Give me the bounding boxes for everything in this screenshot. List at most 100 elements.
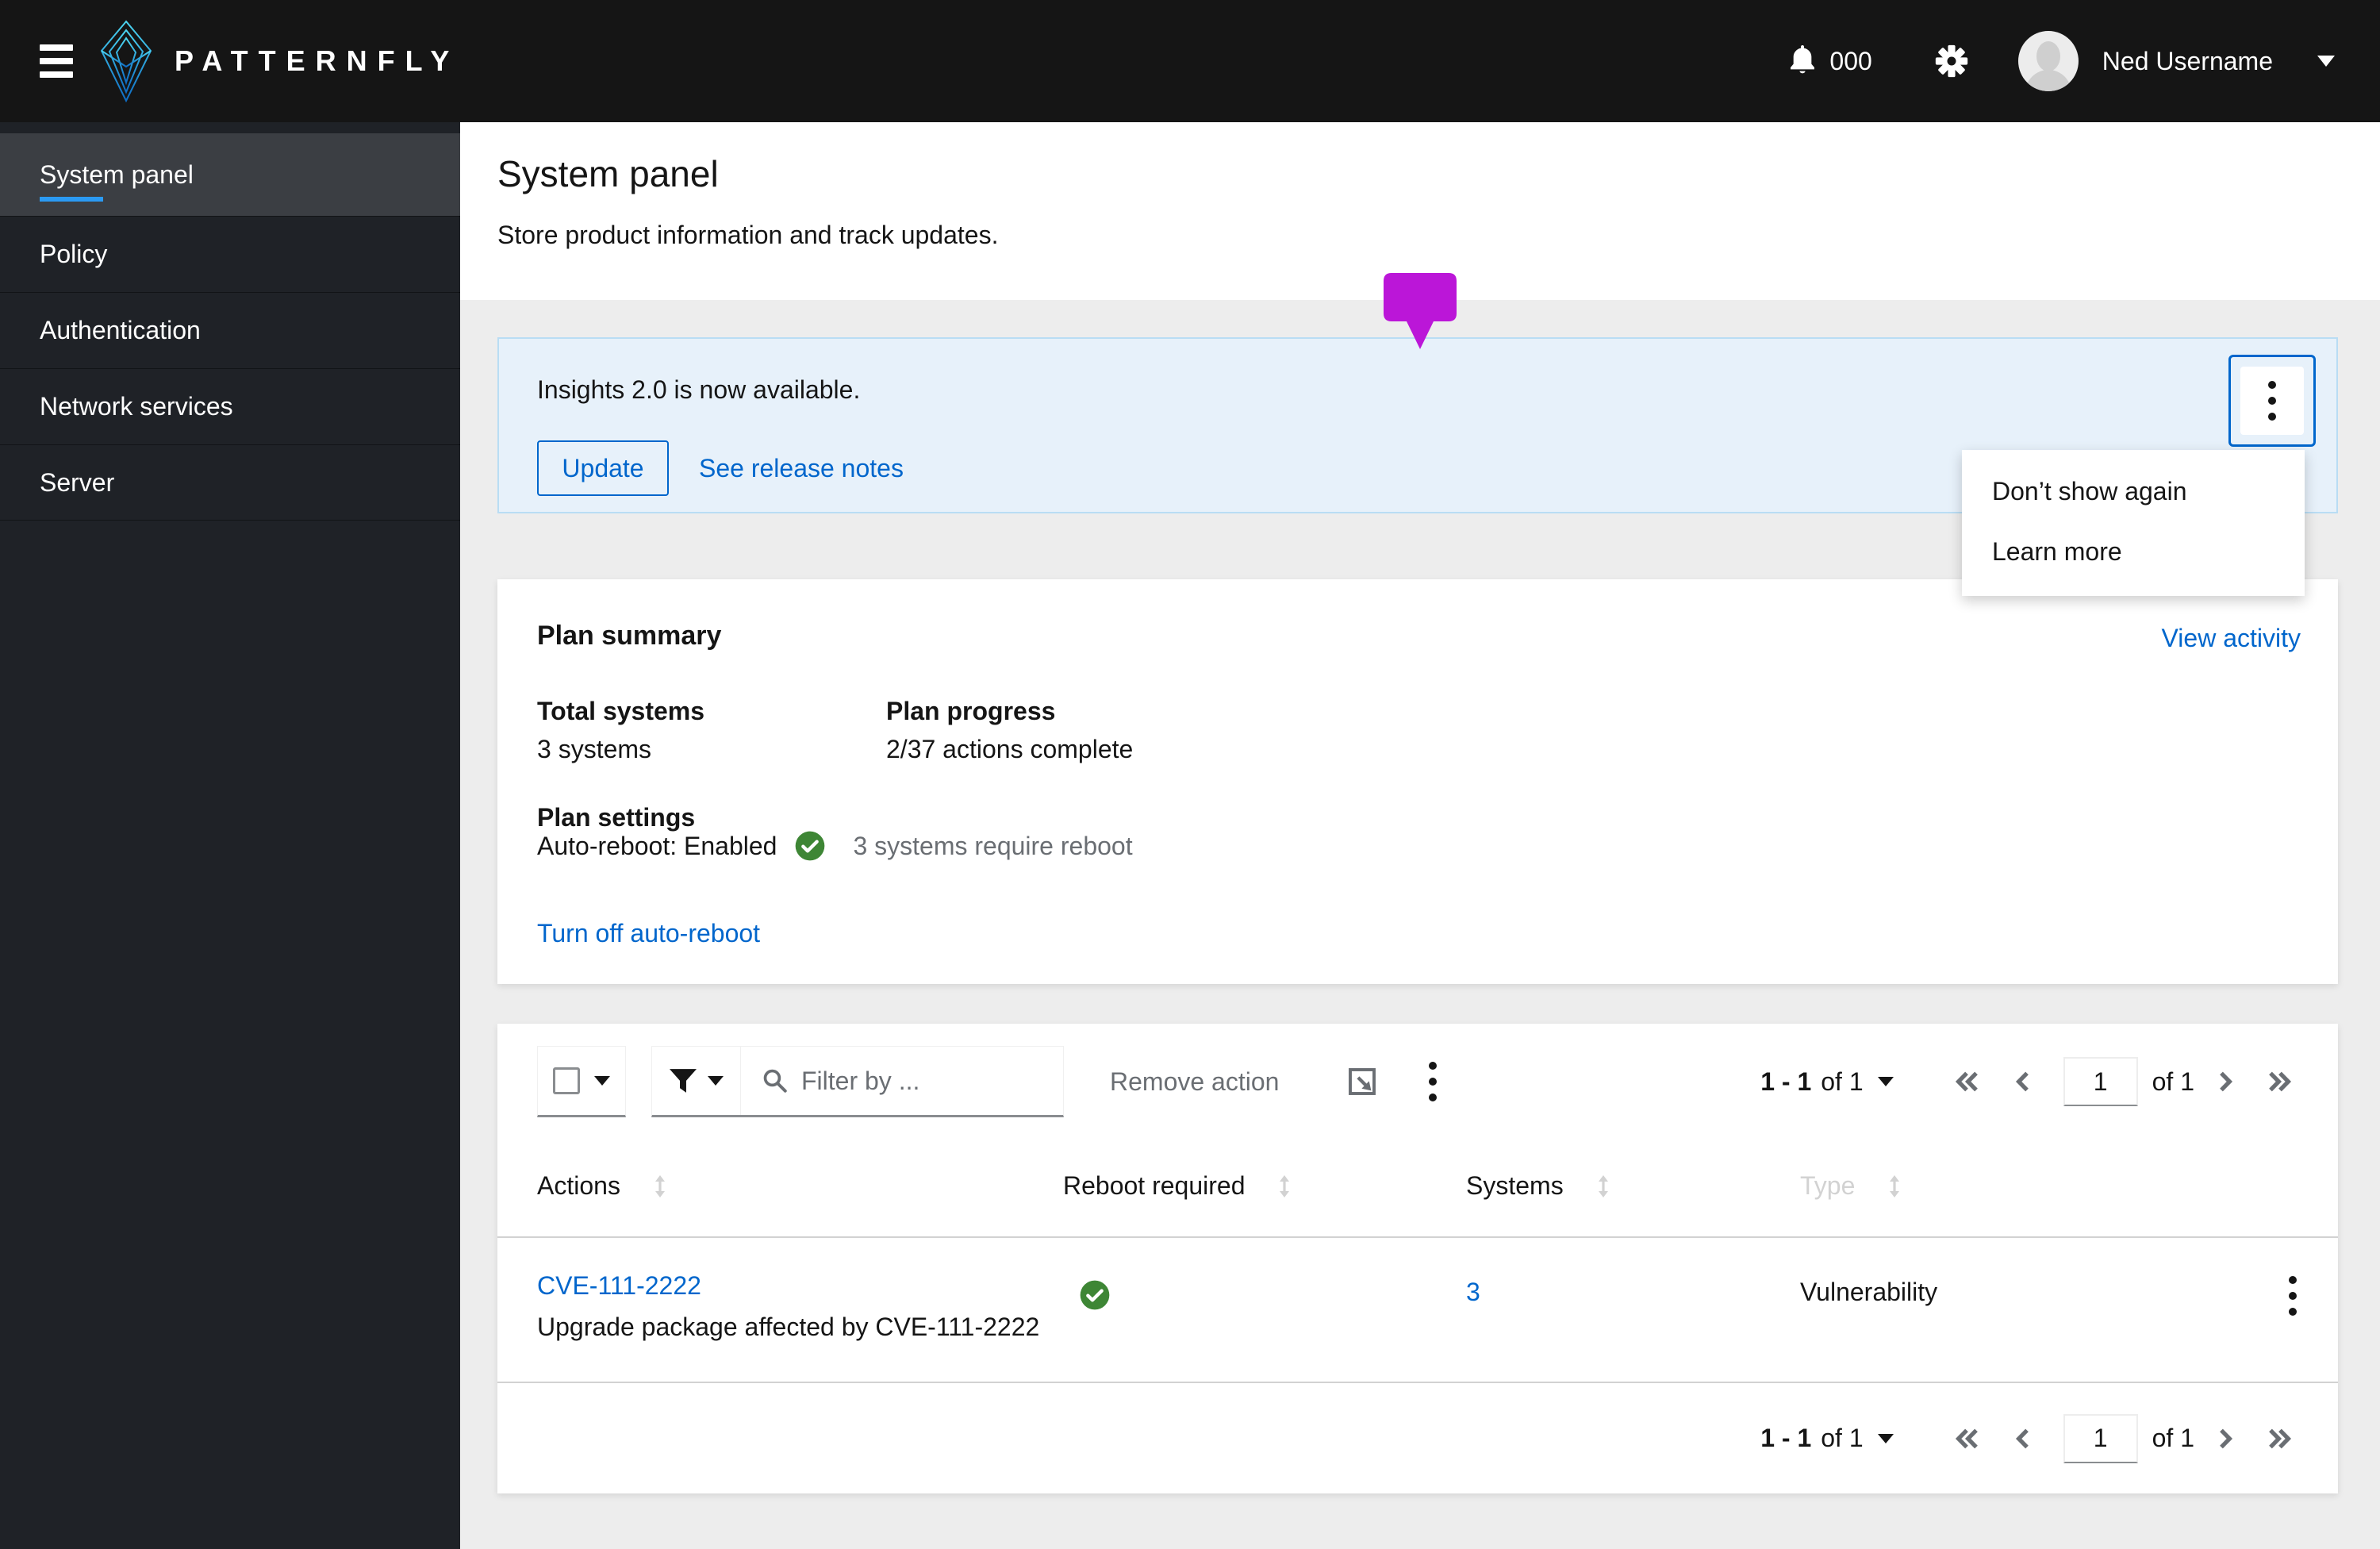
pagination-bottom: 1 - 1 of 1 of 1 (1760, 1413, 2293, 1463)
page-subtitle: Store product information and track upda… (497, 221, 999, 249)
sidebar-item-policy[interactable]: Policy (0, 216, 460, 292)
gear-icon (1935, 44, 1967, 78)
next-page-button[interactable] (2217, 1070, 2234, 1094)
remove-action-button[interactable]: Remove action (1110, 1067, 1279, 1097)
pagination-caret-icon[interactable] (1877, 1433, 1894, 1443)
current-page-input[interactable] (2063, 1057, 2138, 1106)
current-page-input[interactable] (2063, 1413, 2138, 1463)
actions-table-card: Remove action 1 - 1 of 1 (497, 1024, 2338, 1493)
filter-input[interactable] (801, 1066, 1039, 1096)
first-page-button[interactable] (1954, 1070, 1981, 1094)
kebab-icon (1429, 1062, 1438, 1070)
prev-page-button[interactable] (2014, 1427, 2032, 1451)
bell-icon (1791, 45, 1815, 74)
chevron-right-icon (2220, 1071, 2233, 1092)
chevron-right-icon (2220, 1428, 2233, 1448)
export-button[interactable] (1348, 1067, 1376, 1096)
masthead: PATTERNFLY 000 Ned Username (0, 0, 2380, 122)
reboot-required-check-icon (1080, 1280, 1110, 1310)
last-page-button[interactable] (2266, 1070, 2293, 1094)
bulk-select-checkbox[interactable] (553, 1067, 580, 1094)
table-toolbar: Remove action 1 - 1 of 1 (497, 1046, 2338, 1117)
sort-icon[interactable] (1885, 1174, 1904, 1198)
alert-kebab-menu: Don’t show again Learn more (1962, 450, 2305, 596)
menu-item-dont-show-again[interactable]: Don’t show again (1962, 461, 2305, 521)
patternfly-logo-icon (100, 20, 152, 103)
sidebar-nav: System panel Policy Authentication Netwo… (0, 122, 460, 1549)
alert-message: Insights 2.0 is now available. (537, 375, 861, 404)
avatar[interactable] (2017, 31, 2079, 91)
column-header-reboot-required[interactable]: Reboot required (1063, 1171, 1294, 1201)
auto-reboot-row: Auto-reboot: Enabled 3 systems require r… (537, 830, 1133, 862)
search-icon (763, 1069, 787, 1093)
sidebar-item-network-services[interactable]: Network services (0, 368, 460, 444)
pagination-caret-icon[interactable] (1877, 1077, 1894, 1086)
menu-item-learn-more[interactable]: Learn more (1962, 521, 2305, 582)
action-link[interactable]: CVE-111-2222 (537, 1271, 701, 1301)
double-chevron-right-icon (2269, 1428, 2292, 1448)
sort-icon[interactable] (651, 1174, 670, 1198)
prev-page-button[interactable] (2014, 1070, 2032, 1094)
notification-count: 000 (1829, 46, 1872, 75)
total-pages: of 1 (2152, 1067, 2194, 1096)
chevron-left-icon (2015, 1428, 2029, 1448)
filter-funnel-icon (669, 1069, 697, 1093)
plan-summary-title: Plan summary (537, 621, 722, 651)
plan-settings-label: Plan settings (537, 803, 696, 832)
brand-name: PATTERNFLY (175, 44, 460, 77)
plan-progress-label: Plan progress (886, 697, 1056, 725)
filter-group (651, 1046, 1064, 1117)
annotation-pointer (1384, 273, 1457, 349)
turn-off-auto-reboot-link[interactable]: Turn off auto-reboot (537, 919, 760, 948)
table-header-row: Actions Reboot required Systems Type (497, 1135, 2338, 1238)
user-menu-caret-icon[interactable] (2317, 56, 2335, 67)
table-footer: 1 - 1 of 1 of 1 (497, 1383, 2338, 1493)
pagination-of: of 1 (1821, 1067, 1864, 1096)
filter-type-dropdown[interactable] (652, 1047, 741, 1115)
total-pages: of 1 (2152, 1424, 2194, 1452)
chevron-left-icon (2015, 1071, 2029, 1092)
column-header-actions[interactable]: Actions (537, 1171, 670, 1201)
bulk-select-caret-icon (594, 1076, 610, 1086)
release-notes-link[interactable]: See release notes (699, 454, 904, 483)
sort-icon[interactable] (1594, 1174, 1613, 1198)
alert-kebab-button[interactable] (2228, 355, 2316, 447)
double-chevron-left-icon (1955, 1071, 1978, 1092)
double-chevron-right-icon (2269, 1071, 2292, 1092)
pagination-of: of 1 (1821, 1424, 1864, 1452)
column-header-systems[interactable]: Systems (1466, 1171, 1613, 1201)
export-icon (1349, 1068, 1376, 1095)
nav-toggle-button[interactable] (40, 44, 73, 78)
double-chevron-left-icon (1955, 1428, 1978, 1448)
column-header-type[interactable]: Type (1800, 1171, 1904, 1201)
brand: PATTERNFLY (98, 19, 459, 103)
kebab-icon (2289, 1276, 2297, 1284)
active-indicator (40, 197, 103, 202)
view-activity-link[interactable]: View activity (2162, 624, 2301, 653)
total-systems-value: 3 systems (537, 735, 652, 763)
systems-count-link[interactable]: 3 (1466, 1278, 1480, 1307)
last-page-button[interactable] (2266, 1427, 2293, 1451)
settings-button[interactable] (1934, 44, 1969, 79)
sidebar-item-server[interactable]: Server (0, 444, 460, 521)
total-systems-label: Total systems (537, 697, 705, 725)
sidebar-item-system-panel[interactable]: System panel (0, 133, 460, 216)
kebab-icon (2268, 381, 2276, 389)
pagination-top: 1 - 1 of 1 of 1 (1760, 1057, 2293, 1106)
masthead-utilities: 000 Ned Username (1787, 31, 2335, 91)
bulk-select-dropdown[interactable] (537, 1046, 626, 1117)
plan-summary-card: Plan summary View activity Total systems… (497, 579, 2338, 984)
toolbar-kebab-button[interactable] (1429, 1062, 1438, 1101)
filter-caret-icon (707, 1076, 724, 1086)
sidebar-item-authentication[interactable]: Authentication (0, 292, 460, 368)
table-row: CVE-111-2222 Upgrade package affected by… (497, 1238, 2338, 1383)
username: Ned Username (2102, 46, 2273, 75)
action-description: Upgrade package affected by CVE-111-2222 (537, 1313, 1040, 1341)
next-page-button[interactable] (2217, 1427, 2234, 1451)
update-button[interactable]: Update (537, 440, 669, 496)
row-kebab-button[interactable] (2289, 1276, 2297, 1316)
notifications-button[interactable]: 000 (1787, 44, 1872, 79)
sort-icon[interactable] (1275, 1174, 1294, 1198)
filter-search (741, 1066, 1063, 1096)
first-page-button[interactable] (1954, 1427, 1981, 1451)
